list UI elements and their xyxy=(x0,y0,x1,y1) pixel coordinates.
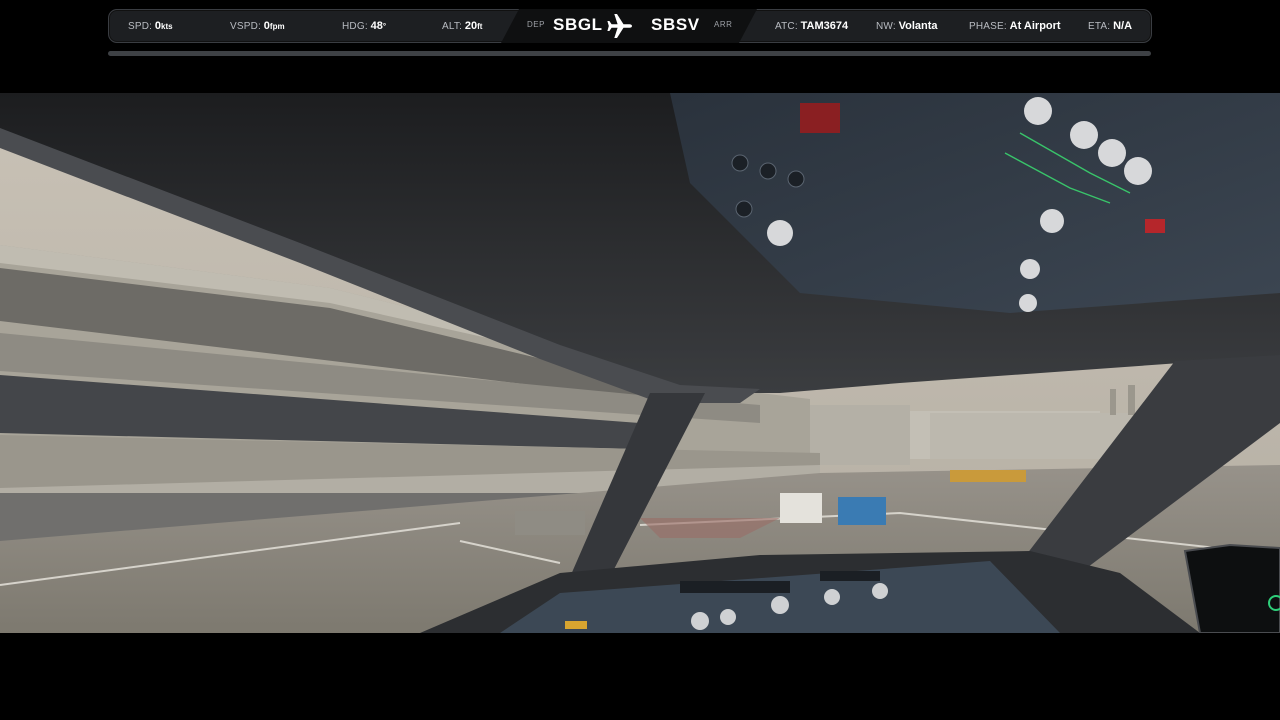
vspd-unit: fpm xyxy=(269,22,285,31)
heading-value: 48 xyxy=(370,20,383,32)
route-panel: DEP SBGL SBSV ARR xyxy=(501,9,757,43)
altitude-value: 20 xyxy=(464,20,478,32)
altitude-label: ALT: xyxy=(442,21,463,32)
cockpit-view xyxy=(0,93,1280,633)
departure-code: SBGL xyxy=(553,15,603,34)
arrival-label: ARR xyxy=(714,20,733,29)
phase-label: PHASE: xyxy=(969,21,1007,32)
hud-vertical-speed: VSPD: 0fpm xyxy=(230,10,285,42)
heading-label: HDG: xyxy=(342,21,368,32)
flight-info-bar: SPD: 0kts VSPD: 0fpm HDG: 48° ALT: 20ft … xyxy=(108,9,1152,43)
altitude-unit: ft xyxy=(477,22,483,31)
network-label: NW: xyxy=(876,21,896,32)
sim-window: SPD: 0kts VSPD: 0fpm HDG: 48° ALT: 20ft … xyxy=(0,0,1280,720)
departure-label: DEP xyxy=(527,20,545,29)
hud-speed: SPD: 0kts xyxy=(128,10,173,42)
cockpit-scene xyxy=(0,93,1280,633)
heading-unit: ° xyxy=(382,22,387,31)
phase-value: At Airport xyxy=(1009,20,1061,32)
network-value: Volanta xyxy=(898,20,938,32)
arrival-code: SBSV xyxy=(651,15,700,34)
hud-heading: HDG: 48° xyxy=(342,10,386,42)
eta-label: ETA: xyxy=(1088,21,1111,32)
hud-eta: ETA: N/A xyxy=(1088,10,1132,42)
hud-phase: PHASE: At Airport xyxy=(969,10,1061,42)
atc-value: TAM3674 xyxy=(800,20,849,32)
right-display xyxy=(1183,543,1280,633)
hud-network: NW: Volanta xyxy=(876,10,938,42)
flight-progress-bar xyxy=(108,51,1151,56)
hud-atc: ATC: TAM3674 xyxy=(775,10,848,42)
hud-altitude: ALT: 20ft xyxy=(442,10,482,42)
atc-label: ATC: xyxy=(775,21,798,32)
eta-value: N/A xyxy=(1113,20,1133,32)
vspd-label: VSPD: xyxy=(230,21,262,32)
airplane-icon xyxy=(605,11,635,41)
speed-label: SPD: xyxy=(128,21,153,32)
speed-unit: kts xyxy=(161,22,173,31)
